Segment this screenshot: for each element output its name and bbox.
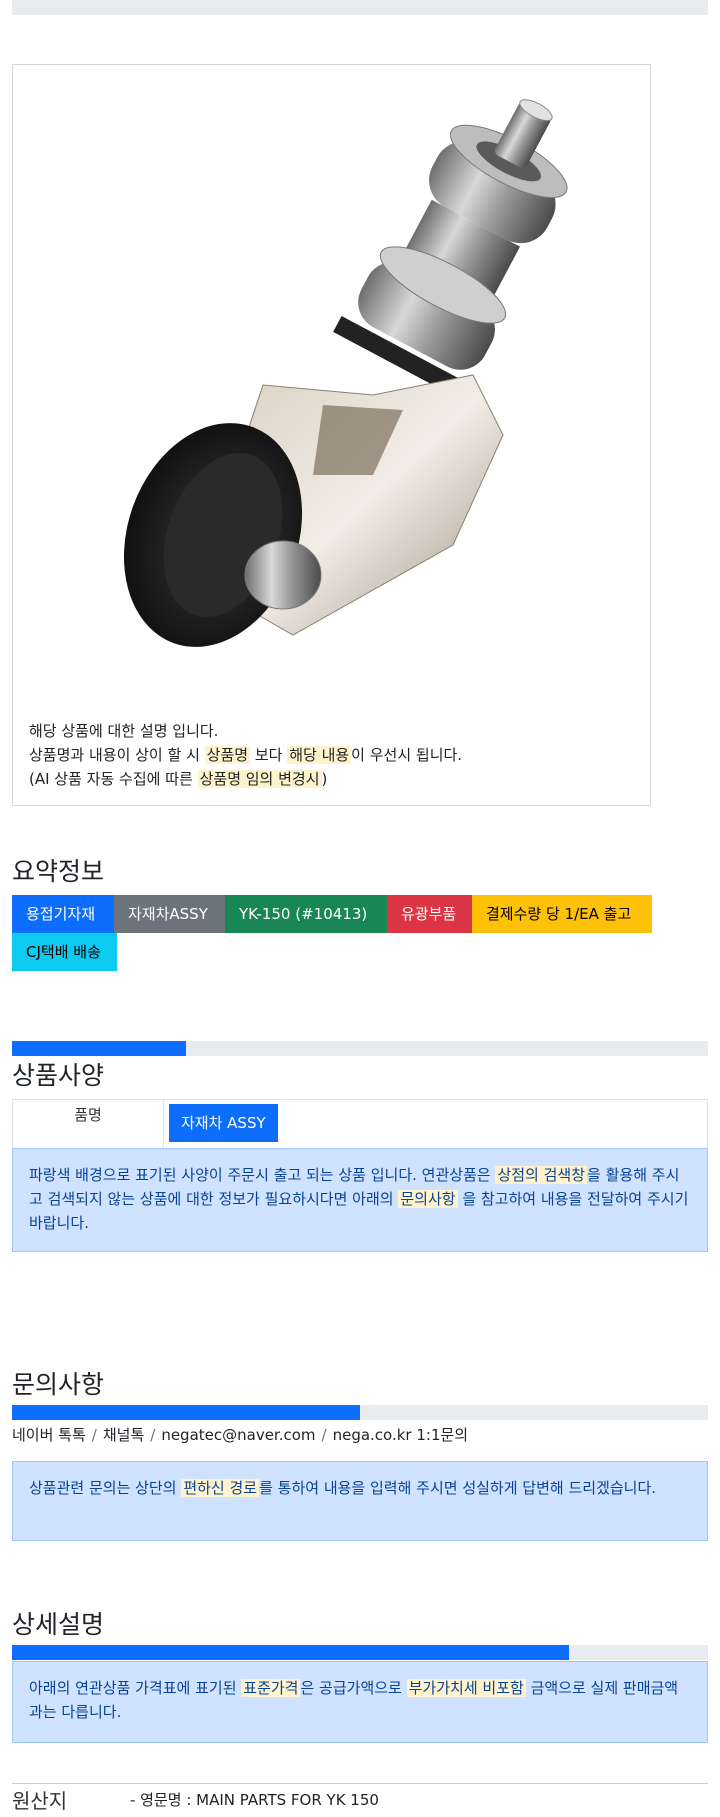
origin-english-name: - 영문명 : MAIN PARTS FOR YK 150 (130, 1791, 379, 1809)
highlight-product-name: 상품명 (204, 746, 251, 764)
product-photo (123, 99, 568, 647)
highlight-vat: 부가가치세 비포함 (406, 1679, 526, 1697)
spec-progress-bar (12, 1041, 708, 1056)
inquiry-title: 문의사항 (12, 1370, 105, 1399)
spec-divider (163, 1100, 164, 1148)
detail-progress-fill (12, 1645, 569, 1660)
channel-email[interactable]: negatec@naver.com (161, 1426, 315, 1444)
tag-category[interactable]: 용접기자재 (12, 895, 114, 933)
spec-progress-fill (12, 1041, 186, 1056)
detail-progress-bar (12, 1645, 708, 1660)
spec-table: 품명 자재차 ASSY (12, 1099, 708, 1149)
caption-line-2: 상품명과 내용이 상이 할 시 상품명 보다 해당 내용 이 우선시 됩니다. (29, 746, 463, 764)
highlight-rename: 상품명 임의 변경시 (197, 770, 322, 788)
tag-model[interactable]: YK-150 (#10413) (225, 895, 387, 933)
highlight-inquiry: 문의사항 (398, 1190, 458, 1208)
inquiry-progress-bar (12, 1405, 708, 1420)
product-caption: 해당 상품에 대한 설명 입니다. 상품명과 내용이 상이 할 시 상품명 보다… (29, 719, 462, 791)
spec-title: 상품사양 (12, 1061, 105, 1090)
channel-website[interactable]: nega.co.kr 1:1문의 (333, 1426, 469, 1444)
spec-row-label: 품명 (74, 1106, 102, 1124)
detail-title: 상세설명 (12, 1610, 105, 1639)
highlight-route: 편하신 경로 (181, 1479, 260, 1497)
highlight-search: 상점의 검색창 (495, 1166, 588, 1184)
channel-naver-talk[interactable]: 네이버 톡톡 (12, 1426, 86, 1444)
highlight-standard-price: 표준가격 (241, 1679, 301, 1697)
channel-channeltalk[interactable]: 채널톡 (103, 1426, 144, 1444)
inquiry-progress-fill (12, 1405, 360, 1420)
tag-shipping[interactable]: CJ택배 배송 (12, 933, 117, 971)
origin-title: 원산지 (12, 1789, 68, 1813)
tag-finish[interactable]: 유광부품 (387, 895, 472, 933)
spec-notice: 파랑색 배경으로 표기된 사양이 주문시 출고 되는 상품 입니다. 연관상품은… (12, 1148, 708, 1252)
origin-divider (12, 1783, 708, 1784)
top-progress-track (12, 0, 708, 15)
tag-type[interactable]: 자재차ASSY (114, 895, 225, 933)
tag-quantity[interactable]: 결제수량 당 1/EA 출고 (472, 895, 652, 933)
contact-channels: 네이버 톡톡 / 채널톡 / negatec@naver.com / nega.co.kr … (12, 1426, 469, 1444)
spec-row-value[interactable]: 자재차 ASSY (169, 1104, 278, 1142)
detail-notice: 아래의 연관상품 가격표에 표기된 표준가격 은 공급가액으로 부가가치세 비포함… (12, 1661, 708, 1743)
product-image-card: 해당 상품에 대한 설명 입니다. 상품명과 내용이 상이 할 시 상품명 보다… (12, 64, 651, 806)
inquiry-notice: 상품관련 문의는 상단의 편하신 경로 를 통하여 내용을 입력해 주시면 성실하… (12, 1461, 708, 1541)
summary-title: 요약정보 (12, 857, 105, 886)
highlight-content: 해당 내용 (287, 746, 352, 764)
caption-line-3: (AI 상품 자동 수집에 따른 상품명 임의 변경시) (29, 770, 328, 788)
caption-line-1: 해당 상품에 대한 설명 입니다. (29, 722, 219, 740)
